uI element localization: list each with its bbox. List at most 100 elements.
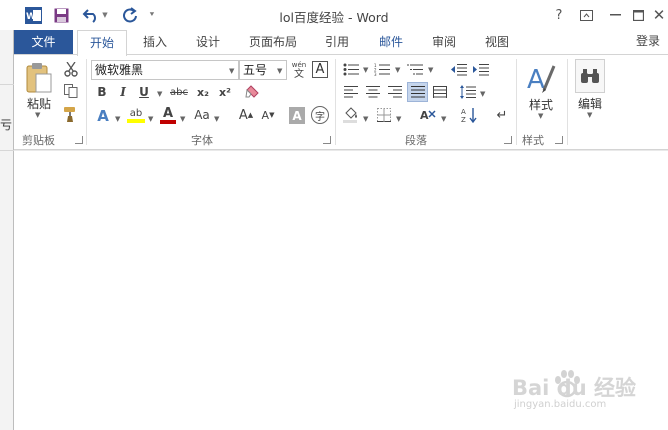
underline-dropdown-icon[interactable]: ▼ (157, 90, 162, 98)
svg-text:Z: Z (461, 116, 466, 123)
chinese-layout-icon[interactable]: A (418, 106, 440, 124)
text-effects-icon[interactable]: A (94, 106, 112, 126)
clear-formatting-icon[interactable] (244, 83, 262, 101)
paste-clipboard-icon[interactable] (24, 61, 54, 95)
increase-indent-icon[interactable] (472, 61, 490, 77)
tab-design[interactable]: 设计 (188, 30, 228, 55)
tab-file[interactable]: 文件 (14, 30, 73, 55)
superscript-button[interactable]: x² (216, 83, 234, 101)
show-formatting-marks-icon[interactable]: ↵ (493, 106, 511, 124)
styles-group-label: 样式 (522, 134, 544, 147)
highlight-dropdown-icon[interactable]: ▼ (148, 115, 153, 123)
tab-mailings[interactable]: 邮件 (371, 30, 411, 55)
close-icon[interactable]: ✕ (648, 4, 668, 26)
text-effects-dropdown-icon[interactable]: ▼ (115, 115, 120, 123)
bullets-dropdown-icon[interactable]: ▼ (363, 66, 368, 74)
background-window-edge: 亏 (0, 28, 14, 430)
ribbon-display-options-icon[interactable] (575, 4, 597, 26)
enclose-characters-button[interactable]: 字 (311, 106, 329, 124)
sort-icon[interactable]: AZ (460, 106, 478, 124)
subscript-button[interactable]: x₂ (194, 83, 212, 101)
ribbon-home: 粘贴 ▼ 剪贴板 微软雅黑 ▼ 五号 ▼ wén 文 A B I U ▼ abc… (14, 54, 668, 150)
font-color-glyph: A (162, 105, 174, 121)
align-left-icon[interactable] (342, 83, 360, 101)
numbering-icon[interactable]: 123 (373, 61, 391, 77)
clipboard-dialog-launcher-icon[interactable] (75, 136, 83, 144)
tab-home[interactable]: 开始 (77, 30, 127, 56)
shrink-font-button[interactable]: A ▼ (259, 106, 277, 124)
bullets-icon[interactable] (342, 61, 360, 77)
tab-review[interactable]: 审阅 (424, 30, 464, 55)
shrink-font-glyph: A (261, 108, 270, 122)
help-icon[interactable]: ? (548, 4, 570, 26)
svg-text:A: A (461, 108, 466, 116)
grow-font-button[interactable]: A ▲ (237, 106, 255, 124)
grow-font-glyph: A (238, 107, 248, 123)
editing-label[interactable]: 编辑 (573, 95, 607, 111)
paste-label[interactable]: 粘贴 (24, 95, 54, 111)
font-group-label: 字体 (191, 134, 213, 147)
borders-icon[interactable] (375, 106, 393, 124)
font-dialog-launcher-icon[interactable] (323, 136, 331, 144)
shading-dropdown-icon[interactable]: ▼ (363, 115, 368, 123)
highlight-color-icon[interactable]: ab (125, 105, 147, 125)
copy-icon[interactable] (62, 82, 80, 100)
cut-icon[interactable] (62, 60, 80, 78)
editing-binoculars-icon[interactable] (575, 59, 605, 93)
line-spacing-dropdown-icon[interactable]: ▼ (480, 90, 485, 98)
editing-dropdown-icon[interactable]: ▼ (587, 111, 592, 119)
multilevel-list-icon[interactable] (406, 61, 424, 77)
change-case-dropdown-icon[interactable]: ▼ (214, 115, 219, 123)
minimize-icon[interactable] (604, 4, 626, 26)
styles-icon[interactable]: A (526, 61, 556, 95)
font-size-dropdown-icon[interactable]: ▼ (277, 67, 282, 75)
paragraph-group-label: 段落 (405, 134, 427, 147)
title-bar: W ▼ ⯆ lol百度经验 - Word ? ✕ (0, 0, 668, 30)
tab-insert[interactable]: 插入 (135, 30, 175, 55)
chinese-layout-dropdown-icon[interactable]: ▼ (441, 115, 446, 123)
watermark-brand: Bai du 经验 (512, 376, 636, 400)
italic-button[interactable]: I (115, 83, 131, 101)
decrease-indent-icon[interactable] (450, 61, 468, 77)
font-name-combo[interactable]: 微软雅黑 (91, 60, 239, 80)
format-painter-icon[interactable] (62, 105, 80, 123)
tab-page-layout[interactable]: 页面布局 (242, 30, 304, 55)
justify-icon[interactable] (407, 82, 428, 102)
distributed-icon[interactable] (431, 83, 449, 101)
phonetic-guide-icon[interactable]: wén 文 (289, 58, 309, 82)
multilevel-dropdown-icon[interactable]: ▼ (428, 66, 433, 74)
line-spacing-icon[interactable] (459, 83, 477, 101)
underline-button[interactable]: U (136, 83, 152, 101)
change-case-button[interactable]: Aa (191, 106, 213, 124)
clipboard-group-label: 剪贴板 (22, 134, 55, 147)
numbering-dropdown-icon[interactable]: ▼ (395, 66, 400, 74)
styles-dropdown-icon[interactable]: ▼ (538, 112, 543, 120)
shading-icon[interactable] (342, 106, 360, 124)
watermark-url: jingyan.baidu.com (514, 399, 607, 410)
font-color-icon[interactable]: A (159, 105, 177, 125)
baidu-watermark: Bai du 经验 jingyan.baidu.com (508, 368, 638, 418)
paragraph-dialog-launcher-icon[interactable] (504, 136, 512, 144)
paste-dropdown-icon[interactable]: ▼ (35, 111, 40, 119)
align-right-icon[interactable] (386, 83, 404, 101)
sign-in-link[interactable]: 登录 (636, 30, 660, 52)
styles-dialog-launcher-icon[interactable] (555, 136, 563, 144)
borders-dropdown-icon[interactable]: ▼ (396, 115, 401, 123)
maximize-icon[interactable] (627, 4, 649, 26)
svg-text:A: A (527, 65, 545, 94)
phonetic-bottom: 文 (294, 69, 304, 80)
styles-label[interactable]: 样式 (524, 96, 558, 112)
svg-text:A: A (420, 109, 429, 122)
svg-text:3: 3 (374, 72, 377, 76)
strikethrough-button[interactable]: abc (167, 83, 191, 101)
bold-button[interactable]: B (94, 83, 110, 101)
font-name-dropdown-icon[interactable]: ▼ (229, 67, 234, 75)
character-shading-button[interactable]: A (289, 107, 305, 124)
align-center-icon[interactable] (364, 83, 382, 101)
word-window: 亏 W ▼ ⯆ lol百度经验 - Word ? ✕ 文件 开始 插入 设计 页… (0, 0, 668, 430)
tab-view[interactable]: 视图 (477, 30, 517, 55)
font-color-dropdown-icon[interactable]: ▼ (180, 115, 185, 123)
tab-references[interactable]: 引用 (317, 30, 357, 55)
character-border-icon[interactable]: A (312, 61, 328, 78)
background-text-fragment: 亏 (0, 118, 13, 132)
